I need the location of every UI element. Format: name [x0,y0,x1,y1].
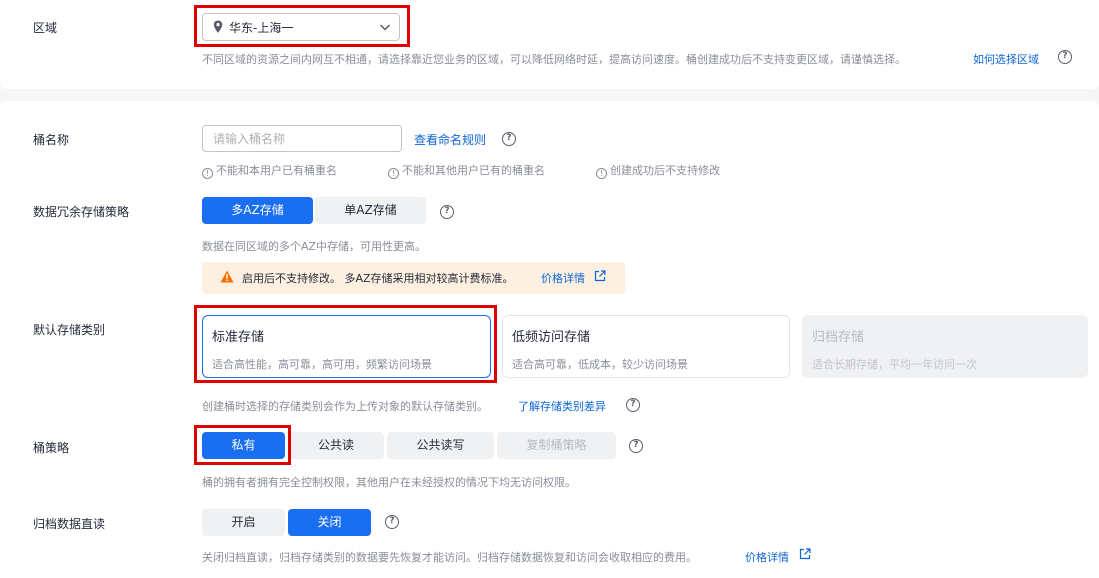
archive-read-hint: 关闭归档直读，归档存储类别的数据要先恢复才能访问。归档存储数据恢复和访问会收取相… [202,551,697,564]
redundancy-hint: 数据在同区域的多个AZ中存储，可用性更高。 [202,240,427,253]
region-highlight-box [194,5,410,47]
info-icon: ! [388,168,399,179]
how-to-choose-region-link[interactable]: 如何选择区域 [973,51,1039,67]
price-details-link[interactable]: 价格详情 [541,270,585,286]
external-link-icon[interactable] [799,548,811,563]
storage-class-label: 默认存储类别 [33,323,106,337]
card-desc: 适合高可靠，低成本，较少访问场景 [512,358,688,371]
bucket-name-label: 桶名称 [33,133,70,147]
region-hint: 不同区域的资源之间内网互不相通，请选择靠近您业务的区域，可以降低网络时延，提高访… [202,53,906,66]
policy-label: 桶策略 [33,441,70,455]
rule-item: ! 不能和其他用户已有的桶重名 [388,162,545,179]
help-icon[interactable]: ? [626,398,640,412]
bucket-name-input[interactable] [202,125,402,152]
info-icon: ! [596,168,607,179]
help-icon[interactable]: ? [629,439,643,453]
warning-icon [220,270,234,286]
archive-read-on-button[interactable]: 开启 [202,509,285,536]
storage-class-highlight-box [194,305,497,383]
card-title: 归档存储 [812,330,865,345]
warning-banner: 启用后不支持修改。 多AZ存储采用相对较高计费标准。 价格详情 [202,262,625,294]
warning-text: 启用后不支持修改。 多AZ存储采用相对较高计费标准。 [242,272,514,285]
card-desc: 适合长期存储，平均一年访问一次 [812,358,977,371]
storage-class-diff-link[interactable]: 了解存储类别差异 [518,398,606,414]
help-icon[interactable]: ? [1058,50,1072,64]
multi-az-button[interactable]: 多AZ存储 [202,197,313,224]
naming-rules-link[interactable]: 查看命名规则 [414,131,486,148]
help-icon[interactable]: ? [440,205,454,219]
help-icon[interactable]: ? [385,515,399,529]
external-link-icon[interactable] [594,270,606,285]
policy-public-read-button[interactable]: 公共读 [288,432,384,459]
region-label: 区域 [33,21,58,35]
policy-hint: 桶的拥有者拥有完全控制权限，其他用户在未经授权的情况下均无访问权限。 [202,476,576,489]
archive-read-off-button[interactable]: 关闭 [288,509,371,536]
info-icon: ! [202,168,213,179]
redundancy-label: 数据冗余存储策略 [33,205,130,219]
help-icon[interactable]: ? [502,132,516,146]
region-section [0,0,1099,89]
rule-item: ! 不能和本用户已有桶重名 [202,162,337,179]
infrequent-storage-card[interactable]: 低频访问存储 适合高可靠，低成本，较少访问场景 [502,315,790,378]
policy-public-read-write-button[interactable]: 公共读写 [387,432,494,459]
archive-price-details-link[interactable]: 价格详情 [745,549,789,565]
archive-storage-card: 归档存储 适合长期存储，平均一年访问一次 [802,315,1088,378]
copy-bucket-policy-button: 复制桶策略 [497,432,616,459]
storage-class-hint: 创建桶时选择的存储类别会作为上传对象的默认存储类别。 [202,400,488,413]
policy-highlight-box [194,425,291,465]
rule-item: ! 创建成功后不支持修改 [596,162,720,179]
single-az-button[interactable]: 单AZ存储 [315,197,426,224]
card-title: 低频访问存储 [512,330,591,345]
archive-read-label: 归档数据直读 [33,517,106,531]
